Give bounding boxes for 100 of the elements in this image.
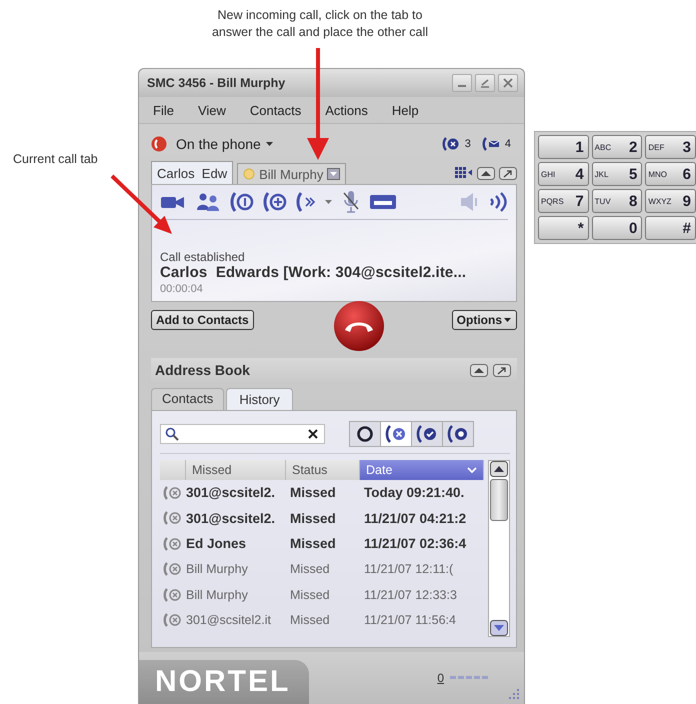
missed-call-icon	[162, 510, 182, 526]
people-icon[interactable]	[195, 192, 221, 212]
phone-status-icon	[416, 424, 438, 444]
dialpad-icon[interactable]	[455, 166, 473, 180]
search-icon	[165, 427, 179, 441]
level-meter-icon	[450, 676, 490, 680]
call-timer: 00:00:04	[160, 283, 204, 295]
missed-call-icon[interactable]	[442, 136, 460, 152]
dial-key[interactable]: WXYZ 9	[645, 189, 696, 213]
menu-item[interactable]: Help	[392, 102, 419, 118]
table-cell-text: 11/21/07 12:33:3	[363, 588, 458, 602]
counter-text: 4	[504, 138, 511, 150]
table-cell-text: 301@scsitel2.it	[186, 613, 272, 628]
annotation-text: Current call tab	[13, 152, 98, 166]
logo-text: NORTEL	[155, 665, 290, 699]
dial-key[interactable]: MNO 6	[645, 162, 696, 186]
table-cell-text: 11/21/07 04:21:2	[363, 510, 468, 526]
add-to-contacts-button[interactable]: Add to Contacts	[151, 310, 254, 330]
missed-call-icon	[162, 484, 182, 501]
transfer-icon[interactable]	[296, 191, 316, 213]
sound-waves-icon[interactable]	[488, 191, 508, 213]
dial-key[interactable]: JKL 5	[592, 162, 642, 186]
dropdown-icon[interactable]	[327, 168, 340, 180]
window-title: SMC 3456 - Bill Murphy	[147, 76, 286, 90]
mic-level-text: 0	[437, 671, 444, 685]
annotation-text: New incoming call, click on the tab to answer the call and place the other call	[210, 7, 430, 41]
menu-item[interactable]: View	[198, 102, 226, 118]
add-call-icon[interactable]	[263, 191, 287, 213]
dial-key[interactable]: DEF 3	[645, 135, 696, 159]
undock-icon[interactable]	[493, 364, 511, 376]
dial-key[interactable]: 1	[538, 135, 589, 159]
caret-icon[interactable]	[325, 199, 333, 205]
incoming-dot-icon	[243, 168, 256, 180]
caret-icon[interactable]	[266, 141, 274, 147]
table-cell-text: 301@scsitel2.	[186, 510, 276, 526]
phone-status-icon	[447, 424, 469, 444]
phone-status-icon	[385, 424, 407, 444]
missed-call-icon	[162, 536, 182, 552]
options-button[interactable]: Options	[452, 310, 517, 330]
table-cell-text: 11/21/07 12:11:(	[363, 562, 454, 576]
chevron-icon	[467, 466, 477, 474]
menu-item[interactable]: File	[153, 102, 174, 118]
microphone-icon[interactable]	[342, 190, 360, 214]
tape-icon[interactable]	[369, 193, 397, 211]
hold-icon[interactable]	[230, 191, 254, 213]
tab[interactable]: History	[226, 388, 293, 410]
restore-button[interactable]	[475, 74, 495, 92]
scrollbar[interactable]	[488, 460, 510, 637]
scroll-up-button[interactable]	[490, 461, 508, 477]
filter-missed-button[interactable]	[380, 422, 411, 446]
table-cell-text: 11/21/07 11:56:4	[363, 613, 457, 628]
minimize-icon	[458, 85, 466, 87]
table-cell-text: Today 09:21:40.	[363, 485, 466, 500]
collapse-icon[interactable]	[470, 364, 488, 376]
missed-call-icon	[162, 561, 182, 578]
table-cell-text: Missed	[289, 510, 337, 526]
dial-key[interactable]: TUV 8	[592, 189, 642, 213]
dial-key[interactable]: ABC 2	[592, 135, 642, 159]
ring-icon	[354, 424, 376, 444]
section-title: Address Book	[155, 362, 250, 378]
dial-key[interactable]: #	[645, 216, 696, 240]
table-cell-text: Ed Jones	[186, 536, 248, 552]
table-cell-text: Missed	[289, 613, 331, 628]
column-header[interactable]: Missed	[186, 460, 286, 480]
dial-key[interactable]: GHI 4	[538, 162, 589, 186]
table-cell-text: 301@scsitel2.	[186, 485, 276, 500]
tab-label: Carlos Edw	[157, 166, 228, 180]
close-icon	[503, 78, 513, 88]
hang-up-button[interactable]	[332, 300, 385, 352]
voicemail-icon[interactable]	[482, 136, 500, 152]
call-tab[interactable]: Carlos Edw	[151, 161, 234, 184]
busy-phone-icon	[151, 136, 167, 152]
scroll-down-button[interactable]	[490, 620, 508, 636]
dial-key[interactable]: 0	[592, 216, 642, 240]
menu-item[interactable]: Contacts	[250, 102, 302, 118]
table-cell-text: Bill Murphy	[186, 562, 249, 576]
column-header[interactable]: Status	[286, 460, 360, 480]
missed-call-icon	[162, 612, 182, 628]
tab[interactable]: Contacts	[151, 388, 224, 410]
menu-item[interactable]: Actions	[325, 102, 368, 118]
dial-key[interactable]: *	[538, 216, 589, 240]
restore-icon	[480, 78, 490, 88]
table-cell-text: Missed	[289, 562, 331, 576]
search-field[interactable]	[160, 424, 325, 444]
clear-icon[interactable]	[308, 429, 318, 439]
resize-grip-icon[interactable]	[508, 688, 520, 700]
table-cell-text: Bill Murphy	[186, 588, 249, 602]
close-button[interactable]	[498, 74, 518, 92]
presence-status[interactable]: On the phone	[176, 136, 261, 152]
minimize-button[interactable]	[452, 74, 472, 92]
table-cell-text: Missed	[289, 588, 331, 602]
missed-call-icon	[162, 586, 182, 603]
table-cell-text: Missed	[289, 485, 337, 500]
dial-key[interactable]: PQRS 7	[538, 189, 589, 213]
scroll-thumb[interactable]	[490, 479, 508, 521]
call-tab[interactable]: Bill Murphy	[237, 163, 346, 184]
undock-icon[interactable]	[499, 166, 517, 180]
column-header[interactable]: Date	[360, 460, 484, 480]
table-cell-text: Missed	[289, 536, 337, 552]
collapse-icon[interactable]	[477, 166, 495, 180]
